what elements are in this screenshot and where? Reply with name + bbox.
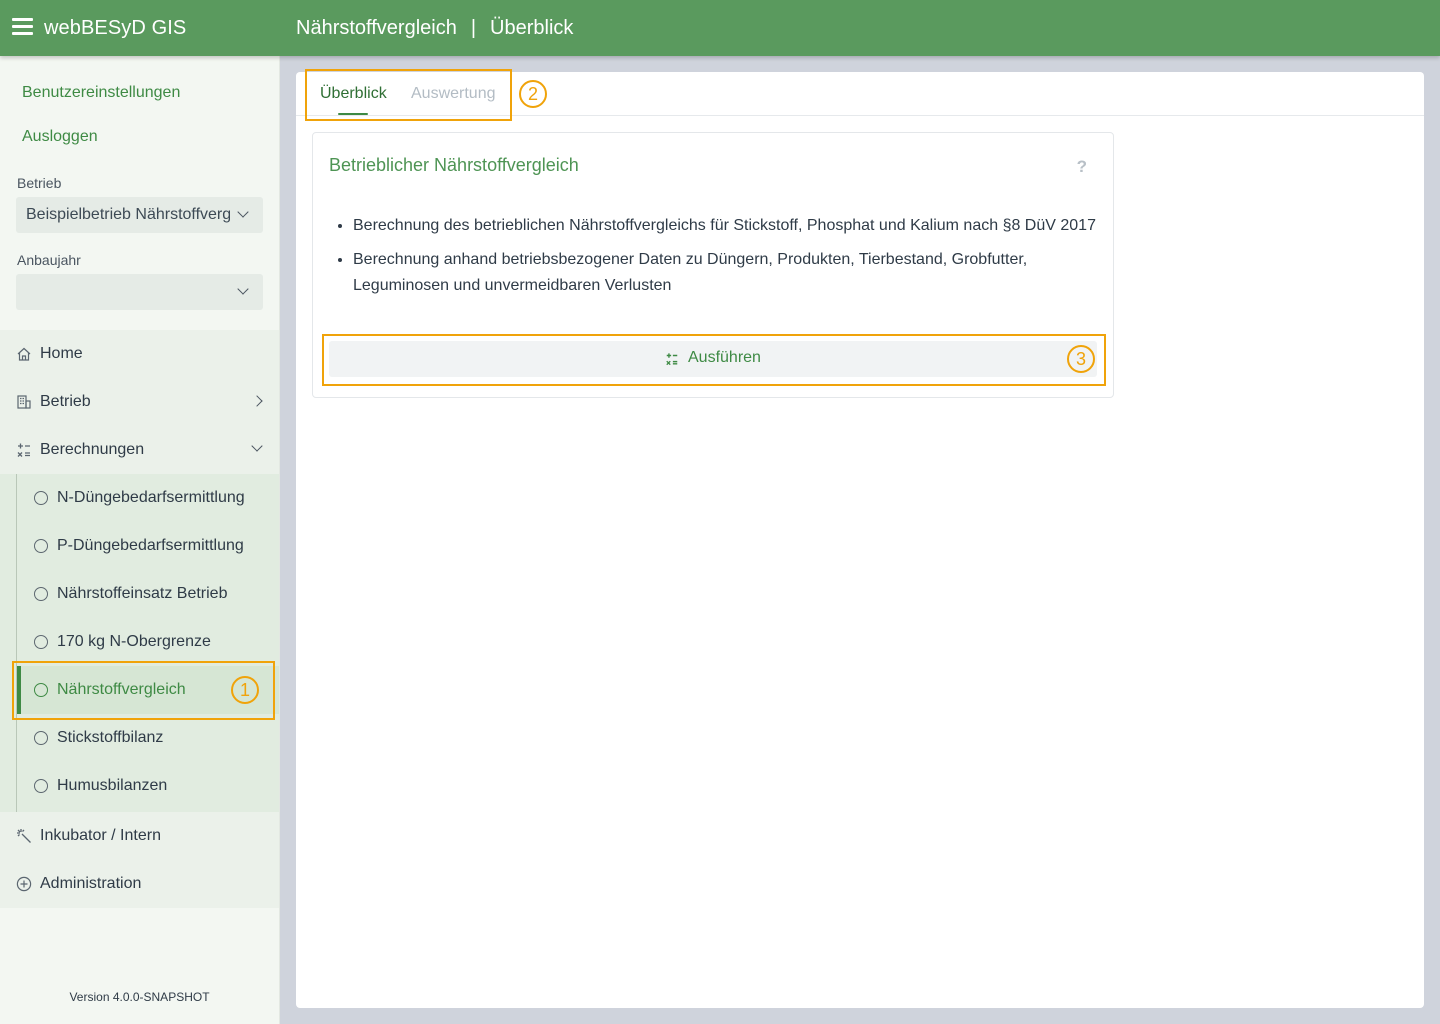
logout-link[interactable]: Ausloggen <box>22 128 98 146</box>
anbaujahr-select[interactable] <box>16 274 263 310</box>
list-item: Berechnung anhand betriebsbezogener Date… <box>353 247 1103 299</box>
main-panel: Überblick Auswertung Betrieblicher Nährs… <box>296 72 1424 1008</box>
tab-bar: Überblick Auswertung <box>296 72 1424 116</box>
sub-item-label: Humusbilanzen <box>57 777 168 794</box>
building-icon <box>16 394 32 410</box>
nav-item-inkubator[interactable]: Inkubator / Intern <box>0 812 279 860</box>
nav-item-home[interactable]: Home <box>0 330 279 378</box>
app-title[interactable]: webBESyD GIS <box>44 17 186 40</box>
nav-item-label: Inkubator / Intern <box>40 827 161 844</box>
radio-circle-icon <box>34 539 48 553</box>
page-title-subsection: Überblick <box>490 17 574 39</box>
active-indicator <box>17 666 21 714</box>
sub-item-label: N-Düngebedarfsermittlung <box>57 489 245 506</box>
nav-item-label: Administration <box>40 875 142 892</box>
overview-card: Betrieblicher Nährstoffvergleich ? Berec… <box>312 132 1114 398</box>
radio-circle-icon <box>34 635 48 649</box>
callout-number-3: 3 <box>1067 345 1095 373</box>
radio-circle-icon <box>34 587 48 601</box>
betrieb-label: Betrieb <box>17 175 62 191</box>
sub-item-label: Stickstoffbilanz <box>57 729 164 746</box>
calculator-icon <box>665 352 679 366</box>
chevron-right-icon <box>251 395 263 407</box>
sub-item-label: 170 kg N-Obergrenze <box>57 633 211 650</box>
sub-item-stickstoffbilanz[interactable]: Stickstoffbilanz <box>17 714 279 762</box>
calculator-icon <box>16 442 32 458</box>
chevron-down-icon <box>237 283 249 295</box>
page-title-section: Nährstoffvergleich <box>296 17 457 39</box>
list-item: Berechnung des betrieblichen Nährstoffve… <box>353 213 1103 239</box>
nav-item-berechnungen[interactable]: Berechnungen <box>0 426 279 474</box>
version-label: Version 4.0.0-SNAPSHOT <box>69 990 210 1004</box>
anbaujahr-label: Anbaujahr <box>17 252 81 268</box>
radio-circle-icon <box>34 491 48 505</box>
nav-item-label: Berechnungen <box>40 441 145 458</box>
magic-wand-icon <box>16 828 32 844</box>
active-tab-indicator <box>338 113 368 115</box>
radio-circle-icon <box>34 731 48 745</box>
description-list: Berechnung des betrieblichen Nährstoffve… <box>353 213 1103 307</box>
nav-item-betrieb[interactable]: Betrieb <box>0 378 279 426</box>
betrieb-select-value: Beispielbetrieb Nährstoffvergleich <box>26 206 230 223</box>
page-title-separator: | <box>470 17 477 39</box>
home-icon <box>16 346 32 362</box>
user-settings-link[interactable]: Benutzereinstellungen <box>22 84 180 102</box>
main-nav: Home Betrieb Berechnungen N-Düngebedarfs… <box>0 330 279 908</box>
sub-item-humusbilanzen[interactable]: Humusbilanzen <box>17 762 279 810</box>
tab-auswertung[interactable]: Auswertung <box>411 85 496 103</box>
hamburger-menu-icon[interactable] <box>12 18 34 36</box>
betrieb-select[interactable]: Beispielbetrieb Nährstoffvergleich <box>16 197 263 233</box>
run-button-label: Ausführen <box>688 349 761 366</box>
sub-item-label: Nährstoffvergleich <box>57 681 186 698</box>
help-icon[interactable]: ? <box>1077 157 1087 177</box>
page-title: Nährstoffvergleich | Überblick <box>296 17 573 40</box>
sub-item-label: Nährstoffeinsatz Betrieb <box>57 585 228 602</box>
sub-item-n-duengebedarf[interactable]: N-Düngebedarfsermittlung <box>17 474 279 522</box>
callout-number-1: 1 <box>231 676 259 704</box>
run-button[interactable]: Ausführen <box>329 341 1097 377</box>
radio-circle-icon <box>34 683 48 697</box>
sub-item-label: P-Düngebedarfsermittlung <box>57 537 244 554</box>
plus-circle-icon <box>16 876 32 892</box>
sub-item-naehrstoffeinsatz[interactable]: Nährstoffeinsatz Betrieb <box>17 570 279 618</box>
top-bar: webBESyD GIS Nährstoffvergleich | Überblic… <box>0 0 1440 56</box>
sidebar: Benutzereinstellungen Ausloggen Betrieb … <box>0 56 280 1024</box>
card-title: Betrieblicher Nährstoffvergleich <box>329 155 579 175</box>
nav-item-label: Betrieb <box>40 393 91 410</box>
callout-number-2: 2 <box>519 80 547 108</box>
tab-ueberblick[interactable]: Überblick <box>320 85 387 103</box>
sub-item-p-duengebedarf[interactable]: P-Düngebedarfsermittlung <box>17 522 279 570</box>
sub-item-170kg-obergrenze[interactable]: 170 kg N-Obergrenze <box>17 618 279 666</box>
radio-circle-icon <box>34 779 48 793</box>
nav-item-label: Home <box>40 345 83 362</box>
chevron-down-icon <box>251 440 263 452</box>
nav-item-administration[interactable]: Administration <box>0 860 279 908</box>
berechnungen-submenu: N-Düngebedarfsermittlung P-Düngebedarfse… <box>0 474 279 812</box>
chevron-down-icon <box>237 206 249 218</box>
